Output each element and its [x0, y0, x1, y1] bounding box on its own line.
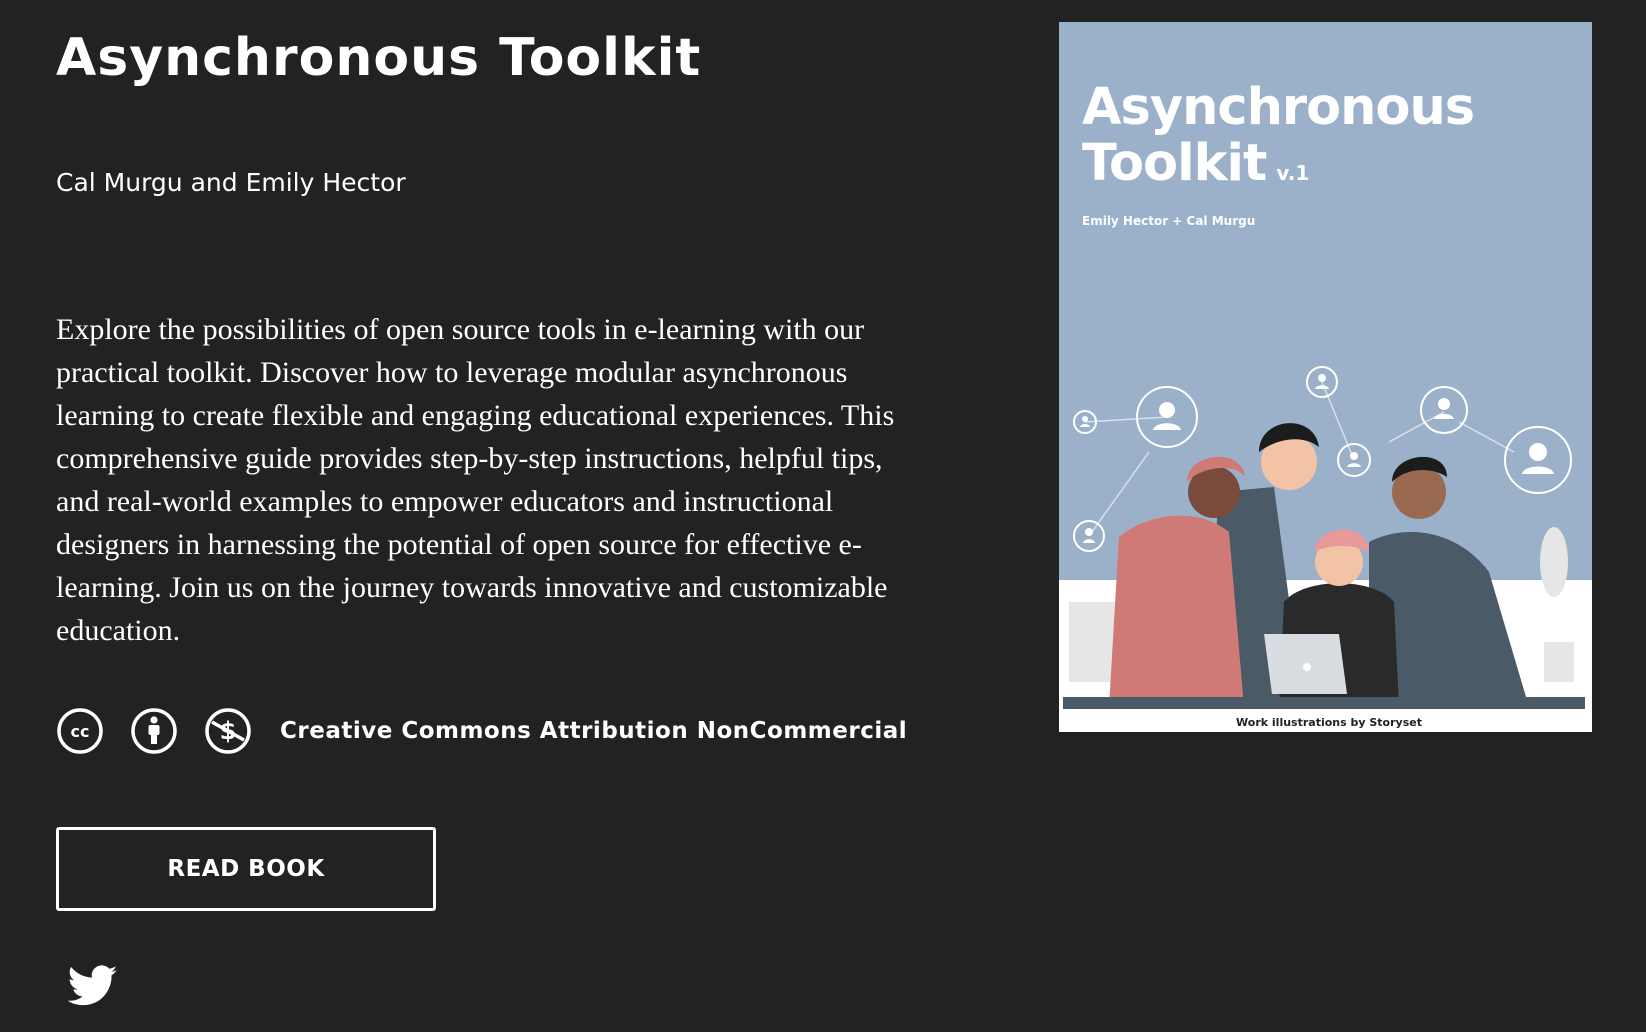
cover-credit: Work illustrations by Storyset [1236, 716, 1422, 729]
svg-text:cc: cc [71, 722, 90, 741]
twitter-icon[interactable] [67, 964, 118, 1008]
book-description: Explore the possibilities of open source… [56, 313, 895, 647]
cover-title-line1: Asynchronous [1082, 78, 1475, 137]
cover-version: v.1 [1276, 161, 1310, 185]
book-authors: Cal Murgu and Emily Hector [56, 168, 406, 197]
book-cover[interactable]: Asynchronous Toolkit v.1 Emily Hector + C… [1059, 22, 1592, 732]
license-info: cc $ Creative Commons Attribution NonCom… [56, 706, 907, 756]
license-label[interactable]: Creative Commons Attribution NonCommerci… [280, 718, 907, 744]
cover-title-line2-wrap: Toolkit v.1 [1082, 136, 1474, 201]
attribution-icon [130, 707, 178, 755]
cover-title-line2: Toolkit [1082, 134, 1267, 193]
book-title: Asynchronous Toolkit [56, 28, 702, 88]
cover-authors: Emily Hector + Cal Murgu [1082, 214, 1256, 228]
cover-title: Asynchronous Toolkit v.1 [1082, 78, 1475, 201]
read-book-button[interactable]: READ BOOK [56, 827, 436, 911]
cc-icon: cc [56, 707, 104, 755]
noncommercial-icon: $ [204, 707, 252, 755]
